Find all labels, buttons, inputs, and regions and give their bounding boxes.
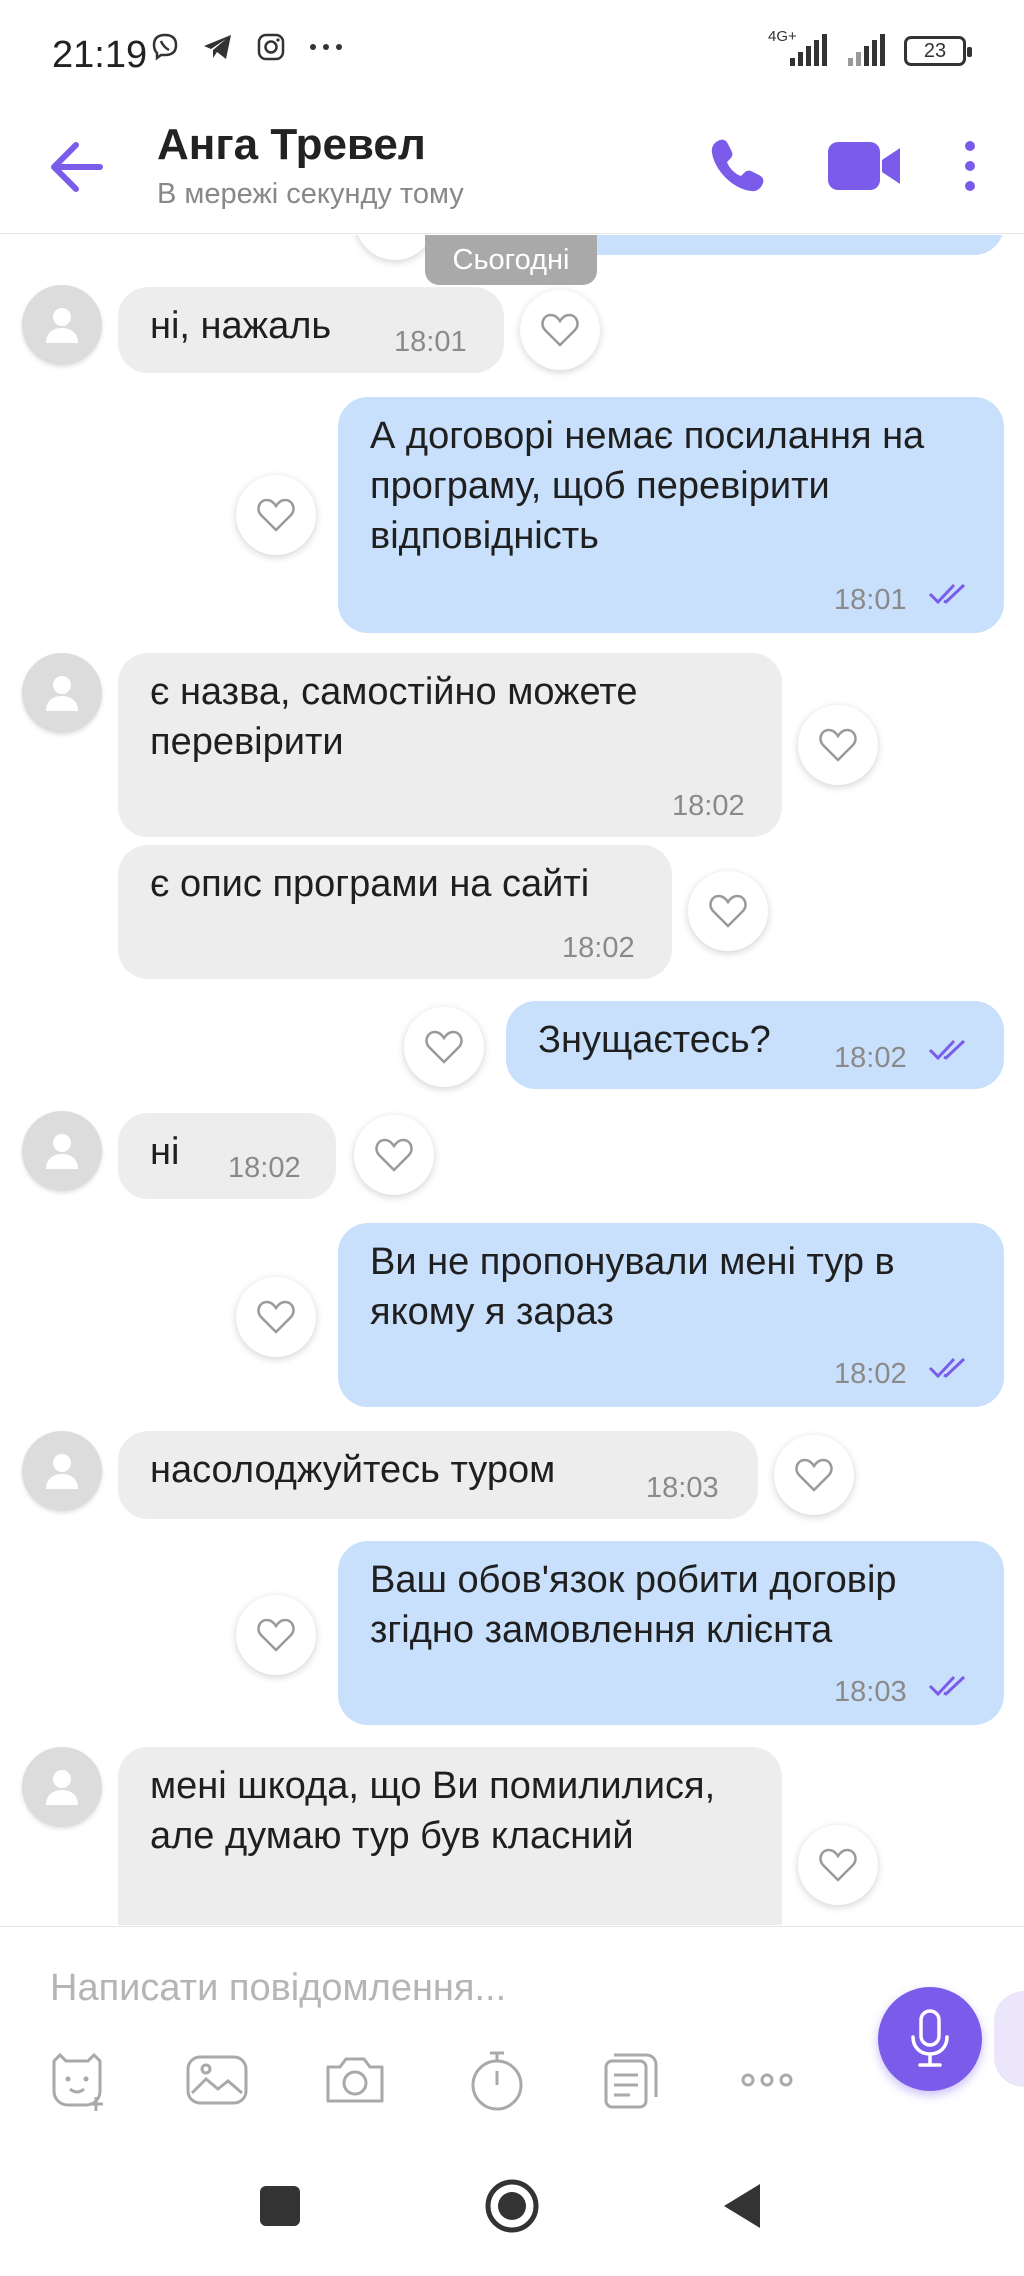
back-arrow-icon[interactable] xyxy=(40,132,110,202)
message-bubble-incoming[interactable]: ні, нажаль 18:01 xyxy=(118,287,504,373)
message-input[interactable]: Написати повідомлення... xyxy=(50,1967,506,2010)
send-button-peek xyxy=(994,1991,1024,2087)
avatar[interactable] xyxy=(22,1431,102,1511)
like-button[interactable] xyxy=(236,475,316,555)
message-bubble-incoming[interactable]: ні 18:02 xyxy=(118,1113,336,1199)
system-navigation-bar xyxy=(0,2136,1024,2276)
status-notification-icons xyxy=(150,32,344,62)
message-bubble-incoming[interactable]: є опис програми на сайті 18:02 xyxy=(118,845,672,979)
chat-title[interactable]: Анга Тревел xyxy=(157,120,426,170)
avatar[interactable] xyxy=(22,285,102,365)
status-bar: 21:19 4G+ 23 xyxy=(0,0,1024,110)
message-bubble-outgoing[interactable]: Знущаєтесь? 18:02 xyxy=(506,1001,1004,1089)
signal-icon: 4G+ xyxy=(768,28,834,68)
battery-icon: 23 xyxy=(904,36,972,66)
like-button[interactable] xyxy=(520,290,600,370)
message-time: 18:02 xyxy=(834,1358,907,1390)
message-text: мені шкода, що Ви помилилися, але думаю … xyxy=(150,1765,716,1857)
message-text: Ви не пропонували мені тур в якому я зар… xyxy=(370,1241,895,1333)
date-separator: Сьогодні xyxy=(425,235,597,285)
message-text: А договорі немає посилання на програму, … xyxy=(370,415,925,557)
timer-icon[interactable] xyxy=(464,2047,530,2113)
message-list[interactable]: Сьогодні ні, нажаль 18:01 А договорі нем… xyxy=(0,235,1024,1925)
telegram-icon xyxy=(204,35,231,59)
like-button[interactable] xyxy=(774,1435,854,1515)
avatar[interactable] xyxy=(22,1747,102,1827)
message-time: 18:02 xyxy=(228,1152,301,1184)
read-ticks-icon xyxy=(928,1039,966,1061)
message-text: є назва, самостійно можете перевірити xyxy=(150,671,638,763)
camera-icon[interactable] xyxy=(322,2047,388,2113)
message-bubble-incoming[interactable]: мені шкода, що Ви помилилися, але думаю … xyxy=(118,1747,782,1925)
gif-icon[interactable] xyxy=(600,2047,666,2113)
more-icon[interactable] xyxy=(734,2047,800,2113)
viber-icon xyxy=(152,33,178,61)
message-composer: Написати повідомлення... xyxy=(0,1926,1024,2136)
read-ticks-icon xyxy=(928,1357,966,1379)
back-icon[interactable] xyxy=(712,2176,772,2236)
like-button[interactable] xyxy=(404,1007,484,1087)
read-ticks-icon xyxy=(928,1675,966,1697)
sticker-icon[interactable] xyxy=(44,2047,110,2113)
chat-status: В мережі секунду тому xyxy=(157,178,464,210)
message-text: Знущаєтесь? xyxy=(538,1019,771,1061)
message-text: Ваш обов'язок робити договір згідно замо… xyxy=(370,1559,897,1651)
message-bubble-outgoing[interactable]: А договорі немає посилання на програму, … xyxy=(338,397,1004,633)
like-button[interactable] xyxy=(236,1277,316,1357)
microphone-icon xyxy=(911,2009,949,2067)
more-dots-icon xyxy=(310,44,342,50)
avatar[interactable] xyxy=(22,653,102,733)
message-text: насолоджуйтесь туром xyxy=(150,1449,556,1491)
gallery-icon[interactable] xyxy=(184,2047,250,2113)
like-button[interactable] xyxy=(798,705,878,785)
video-call-icon[interactable] xyxy=(826,136,902,196)
message-bubble-incoming[interactable]: є назва, самостійно можете перевірити 18… xyxy=(118,653,782,837)
more-vertical-icon[interactable] xyxy=(955,134,985,198)
message-bubble-outgoing[interactable]: Ваш обов'язок робити договір згідно замо… xyxy=(338,1541,1004,1725)
like-button[interactable] xyxy=(236,1595,316,1675)
status-time: 21:19 xyxy=(52,34,148,76)
signal-icon xyxy=(848,34,885,66)
recent-apps-icon[interactable] xyxy=(250,2176,310,2236)
like-button[interactable] xyxy=(798,1825,878,1905)
message-bubble-incoming[interactable]: насолоджуйтесь туром 18:03 xyxy=(118,1431,758,1519)
message-time: 18:03 xyxy=(646,1472,719,1504)
message-time: 18:02 xyxy=(562,932,635,964)
like-button[interactable] xyxy=(688,871,768,951)
like-button[interactable] xyxy=(354,1115,434,1195)
message-time: 18:01 xyxy=(394,326,467,358)
message-time: 18:01 xyxy=(834,584,907,616)
like-button[interactable] xyxy=(355,235,435,260)
status-system-icons: 4G+ 23 xyxy=(768,28,972,68)
message-text: ні xyxy=(150,1131,180,1173)
battery-level: 23 xyxy=(923,39,947,62)
read-ticks-icon xyxy=(928,583,966,605)
message-time: 18:02 xyxy=(834,1042,907,1074)
phone-icon[interactable] xyxy=(706,134,770,198)
chat-header: Анга Тревел В мережі секунду тому xyxy=(0,110,1024,234)
home-icon[interactable] xyxy=(482,2176,542,2236)
voice-message-button[interactable] xyxy=(878,1987,982,2091)
instagram-icon xyxy=(257,33,285,61)
message-text: ні, нажаль xyxy=(150,305,332,347)
message-text: є опис програми на сайті xyxy=(150,863,590,905)
message-time: 18:03 xyxy=(834,1676,907,1708)
avatar[interactable] xyxy=(22,1111,102,1191)
message-bubble-outgoing[interactable]: Ви не пропонували мені тур в якому я зар… xyxy=(338,1223,1004,1407)
message-time: 18:02 xyxy=(672,790,745,822)
